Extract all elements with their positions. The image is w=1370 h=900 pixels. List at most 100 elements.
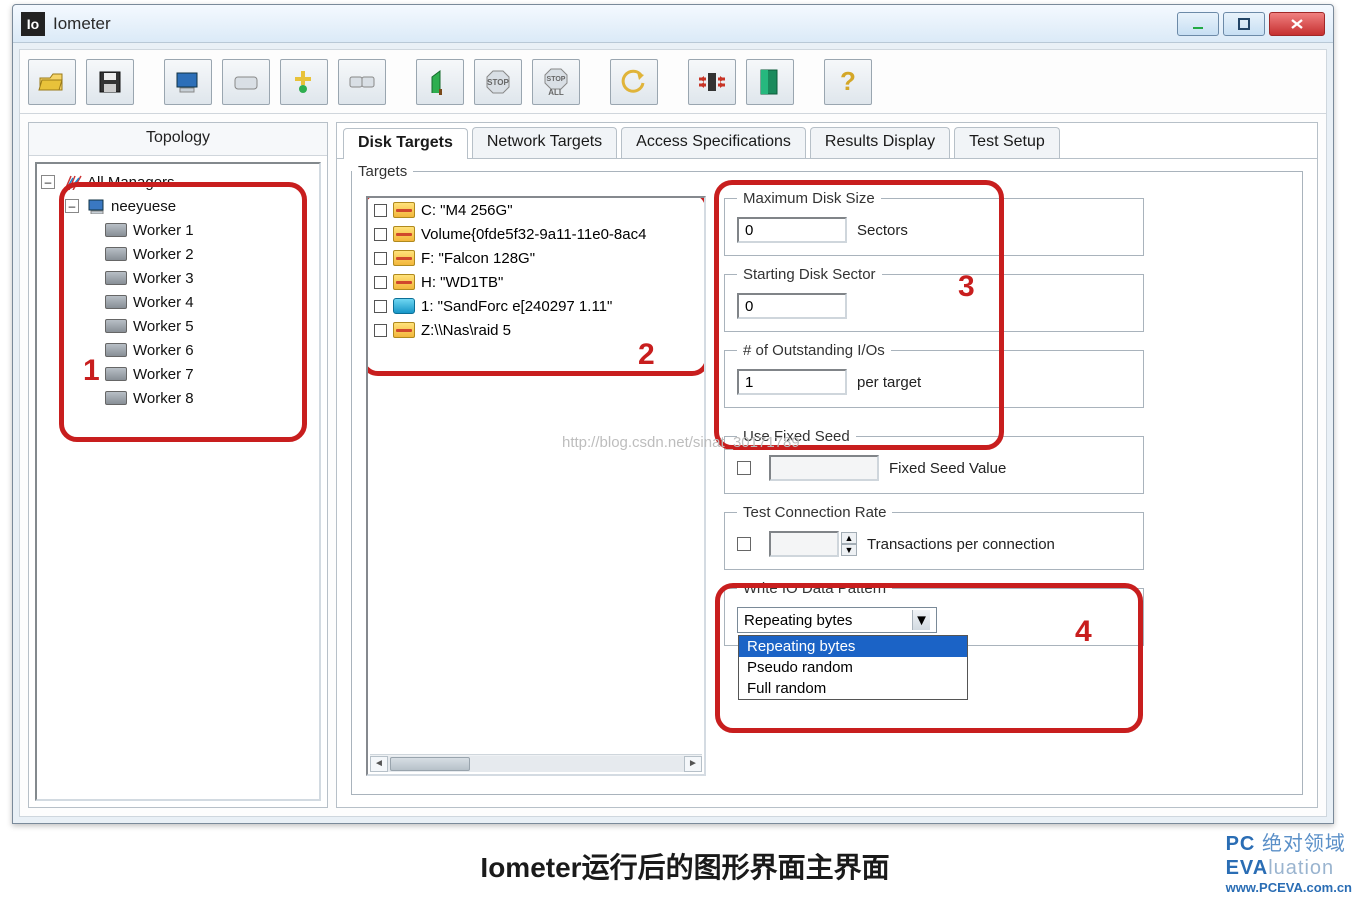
scroll-thumb[interactable] bbox=[390, 757, 470, 771]
scroll-left[interactable]: ◄ bbox=[370, 756, 388, 772]
outstanding-legend: # of Outstanding I/Os bbox=[737, 342, 891, 359]
outstanding-ios-group: # of Outstanding I/Os per target bbox=[724, 342, 1144, 408]
worker-row[interactable]: Worker 4 bbox=[39, 290, 317, 314]
spin-down[interactable]: ▼ bbox=[841, 544, 857, 556]
target-checkbox[interactable] bbox=[374, 324, 387, 337]
site-logo: PC 绝对领域 EVAluation www.PCEVA.com.cn bbox=[1226, 832, 1352, 896]
combo-opt-2[interactable]: Full random bbox=[739, 678, 967, 699]
topology-panel: Topology – All Managers – neeyuese Worke… bbox=[28, 122, 328, 808]
tb-stop-all[interactable]: STOPALL bbox=[532, 59, 580, 105]
spin-up[interactable]: ▲ bbox=[841, 532, 857, 544]
worker-icon bbox=[105, 391, 127, 405]
target-checkbox[interactable] bbox=[374, 300, 387, 313]
tb-help[interactable]: ? bbox=[824, 59, 872, 105]
worker-label: Worker 5 bbox=[133, 318, 194, 335]
target-label: F: "Falcon 128G" bbox=[421, 250, 535, 267]
topology-header: Topology bbox=[29, 123, 327, 156]
svg-text:STOP: STOP bbox=[487, 78, 509, 87]
fixed-seed-checkbox[interactable] bbox=[737, 461, 751, 475]
worker-label: Worker 3 bbox=[133, 270, 194, 287]
outstanding-input[interactable] bbox=[737, 369, 847, 395]
target-row[interactable]: H: "WD1TB" bbox=[368, 270, 704, 294]
target-list[interactable]: C: "M4 256G" Volume{0fde5f32-9a11-11e0-8a… bbox=[366, 196, 706, 776]
worker-row[interactable]: Worker 3 bbox=[39, 266, 317, 290]
targets-legend: Targets bbox=[352, 163, 413, 180]
tb-open[interactable] bbox=[28, 59, 76, 105]
worker-row[interactable]: Worker 2 bbox=[39, 242, 317, 266]
conn-rate-legend: Test Connection Rate bbox=[737, 504, 892, 521]
write-pattern-combo[interactable]: Repeating bytes ▼ Repeating bytes Pseudo… bbox=[737, 607, 937, 633]
targets-group: Targets C: "M4 256G" Volume{0fde5f32-9a11… bbox=[351, 163, 1303, 795]
toolbar: STOP STOPALL ? bbox=[20, 50, 1326, 114]
start-sector-input[interactable] bbox=[737, 293, 847, 319]
conn-rate-group: Test Connection Rate ▲▼ Transactions per… bbox=[724, 504, 1144, 570]
target-row[interactable]: 1: "SandForc e[240297 1.11" bbox=[368, 294, 704, 318]
svg-text:STOP: STOP bbox=[547, 76, 566, 83]
tb-add-worker[interactable] bbox=[280, 59, 328, 105]
tb-dock[interactable] bbox=[688, 59, 736, 105]
target-row[interactable]: C: "M4 256G" bbox=[368, 198, 704, 222]
max-disk-legend: Maximum Disk Size bbox=[737, 190, 881, 207]
target-row[interactable]: Z:\\Nas\raid 5 bbox=[368, 318, 704, 342]
worker-row[interactable]: Worker 6 bbox=[39, 338, 317, 362]
worker-row[interactable]: Worker 1 bbox=[39, 218, 317, 242]
combo-caret-icon: ▼ bbox=[912, 610, 930, 630]
tb-copy-worker[interactable] bbox=[338, 59, 386, 105]
expand-manager[interactable]: – bbox=[65, 199, 79, 213]
tab-access-specs[interactable]: Access Specifications bbox=[621, 127, 806, 158]
drive-icon bbox=[393, 298, 415, 314]
tb-reset[interactable] bbox=[610, 59, 658, 105]
combo-opt-1[interactable]: Pseudo random bbox=[739, 657, 967, 678]
manager-icon bbox=[87, 198, 107, 214]
conn-rate-input bbox=[769, 531, 839, 557]
max-disk-input[interactable] bbox=[737, 217, 847, 243]
tb-exit[interactable] bbox=[746, 59, 794, 105]
worker-row[interactable]: Worker 8 bbox=[39, 386, 317, 410]
tb-stop[interactable]: STOP bbox=[474, 59, 522, 105]
outstanding-suffix: per target bbox=[857, 374, 921, 391]
scroll-right[interactable]: ► bbox=[684, 756, 702, 772]
drive-icon bbox=[393, 226, 415, 242]
fixed-seed-group: Use Fixed Seed Fixed Seed Value bbox=[724, 428, 1144, 494]
drive-icon bbox=[393, 250, 415, 266]
tb-add-manager[interactable] bbox=[222, 59, 270, 105]
worker-icon bbox=[105, 319, 127, 333]
tab-results-display[interactable]: Results Display bbox=[810, 127, 950, 158]
app-icon: Io bbox=[21, 12, 45, 36]
disk-targets-pane: Targets C: "M4 256G" Volume{0fde5f32-9a11… bbox=[343, 163, 1311, 801]
combo-opt-0[interactable]: Repeating bytes bbox=[739, 636, 967, 657]
close-button[interactable] bbox=[1269, 12, 1325, 36]
combo-dropdown[interactable]: Repeating bytes Pseudo random Full rando… bbox=[738, 635, 968, 700]
target-row[interactable]: F: "Falcon 128G" bbox=[368, 246, 704, 270]
target-checkbox[interactable] bbox=[374, 228, 387, 241]
target-checkbox[interactable] bbox=[374, 252, 387, 265]
right-panel: Disk Targets Network Targets Access Spec… bbox=[336, 122, 1318, 808]
drive-icon bbox=[393, 322, 415, 338]
worker-icon bbox=[105, 223, 127, 237]
target-label: Z:\\Nas\raid 5 bbox=[421, 322, 511, 339]
worker-row[interactable]: Worker 7 bbox=[39, 362, 317, 386]
target-checkbox[interactable] bbox=[374, 204, 387, 217]
expand-root[interactable]: – bbox=[41, 175, 55, 189]
tab-test-setup[interactable]: Test Setup bbox=[954, 127, 1060, 158]
worker-icon bbox=[105, 295, 127, 309]
maximize-button[interactable] bbox=[1223, 12, 1265, 36]
target-label: C: "M4 256G" bbox=[421, 202, 513, 219]
combo-selected: Repeating bytes bbox=[744, 612, 852, 629]
tab-disk-targets[interactable]: Disk Targets bbox=[343, 128, 468, 159]
tb-start[interactable] bbox=[416, 59, 464, 105]
worker-icon bbox=[105, 367, 127, 381]
worker-row[interactable]: Worker 5 bbox=[39, 314, 317, 338]
target-checkbox[interactable] bbox=[374, 276, 387, 289]
tb-computer[interactable] bbox=[164, 59, 212, 105]
conn-rate-checkbox[interactable] bbox=[737, 537, 751, 551]
target-row[interactable]: Volume{0fde5f32-9a11-11e0-8ac4 bbox=[368, 222, 704, 246]
target-hscroll[interactable]: ◄ ► bbox=[370, 754, 702, 772]
target-label: Volume{0fde5f32-9a11-11e0-8ac4 bbox=[421, 226, 646, 243]
worker-label: Worker 4 bbox=[133, 294, 194, 311]
managers-icon bbox=[63, 174, 83, 190]
minimize-button[interactable] bbox=[1177, 12, 1219, 36]
tab-network-targets[interactable]: Network Targets bbox=[472, 127, 617, 158]
tb-save[interactable] bbox=[86, 59, 134, 105]
topology-tree[interactable]: – All Managers – neeyuese Worker 1Worker… bbox=[35, 162, 321, 801]
